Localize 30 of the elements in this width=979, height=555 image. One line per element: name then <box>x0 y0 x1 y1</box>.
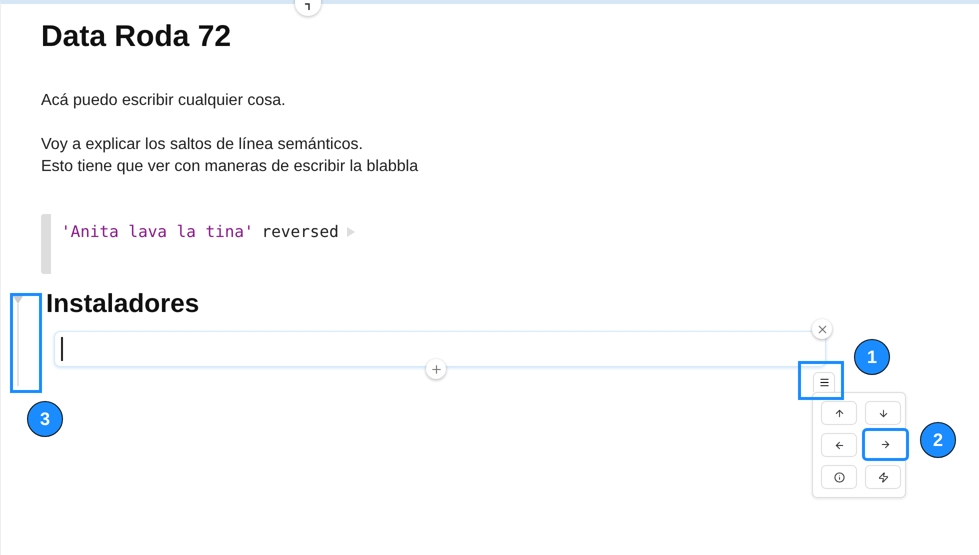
arrow-right-icon <box>880 439 891 450</box>
callout-number: 1 <box>854 339 890 375</box>
lightning-button[interactable] <box>865 465 901 489</box>
callout-number: 3 <box>27 401 63 437</box>
code-string: 'Anita lava la tina' <box>61 222 254 241</box>
text-cursor <box>61 337 62 361</box>
code-message: reversed <box>262 222 339 241</box>
close-button[interactable] <box>812 319 832 339</box>
info-icon <box>834 472 844 482</box>
arrow-left-icon <box>834 440 844 450</box>
info-button[interactable] <box>821 465 857 489</box>
paragraph-line: Esto tiene que ver con maneras de escribir la blabbla <box>41 157 420 177</box>
plus-icon <box>430 362 442 376</box>
menu-button[interactable] <box>813 372 835 392</box>
lightning-icon <box>878 472 888 482</box>
section-title: Instaladores <box>46 288 200 319</box>
corner-icon <box>305 2 311 10</box>
cell-bar <box>41 214 51 274</box>
corner-tab[interactable] <box>295 0 321 16</box>
arrow-down-icon <box>878 408 888 418</box>
arrow-up-icon <box>834 408 844 418</box>
add-button[interactable] <box>426 359 446 379</box>
callout-number: 2 <box>920 422 956 458</box>
editor-field[interactable] <box>54 331 826 367</box>
paragraph-line: Acá puedo escribir cualquier cosa. <box>41 91 287 111</box>
close-icon <box>816 322 828 336</box>
page-title: Data Roda 72 <box>41 20 232 54</box>
paragraph-line: Voy a explicar los saltos de línea semánticos. <box>41 135 364 155</box>
menu-icon <box>818 377 830 388</box>
highlight-frame <box>798 361 844 400</box>
